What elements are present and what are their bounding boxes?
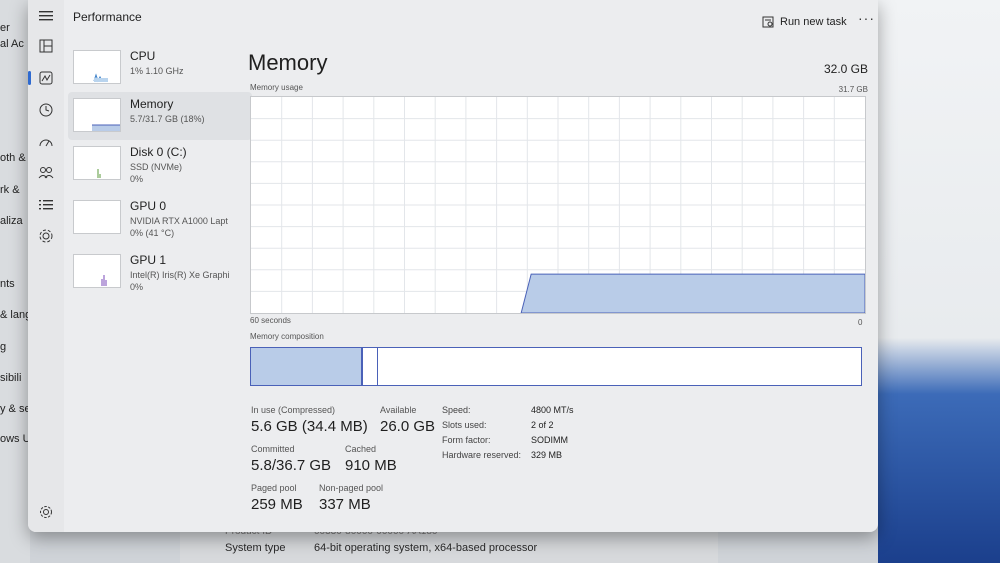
app-history-icon[interactable] — [34, 98, 58, 122]
bg-fragment: sibili — [0, 372, 22, 384]
memory-usage-area — [520, 273, 866, 314]
memory-usage-graph — [250, 96, 866, 314]
slots-used-value: 2 of 2 — [531, 420, 554, 430]
disk-thumbnail — [73, 146, 121, 180]
services-icon[interactable] — [34, 224, 58, 248]
bg-fragment: y & se — [0, 403, 31, 415]
composition-in-use — [251, 348, 363, 385]
gpu0-thumbnail — [73, 200, 121, 234]
bg-fragment: rk & — [0, 184, 20, 196]
task-manager-window: Performance Run new task ··· CPU 1% 1.10… — [28, 0, 878, 532]
device-gpu-0[interactable]: GPU 0 NVIDIA RTX A1000 Lapt 0% (41 °C) — [68, 194, 252, 242]
memory-usage-chart — [251, 97, 866, 314]
paged-pool-label: Paged pool — [251, 483, 297, 493]
non-paged-pool-value: 337 MB — [319, 496, 371, 513]
menu-icon[interactable] — [34, 4, 58, 28]
device-detail: SSD (NVMe) — [130, 162, 183, 172]
run-task-icon — [762, 16, 774, 28]
device-name: GPU 1 — [130, 253, 167, 267]
memory-composition-label: Memory composition — [250, 332, 324, 341]
device-detail: 1% 1.10 GHz — [130, 66, 184, 76]
device-disk[interactable]: Disk 0 (C:) SSD (NVMe) 0% — [68, 140, 252, 188]
bg-fragment: er — [0, 22, 10, 34]
device-detail: Intel(R) Iris(R) Xe Graphi — [130, 270, 230, 280]
committed-label: Committed — [251, 444, 295, 454]
device-name: GPU 0 — [130, 199, 167, 213]
cached-value: 910 MB — [345, 457, 397, 474]
device-name: CPU — [130, 49, 156, 63]
device-name: Memory — [130, 97, 174, 111]
more-options-button[interactable]: ··· — [858, 10, 875, 26]
cached-label: Cached — [345, 444, 377, 454]
memory-total: 32.0 GB — [823, 62, 868, 76]
device-memory[interactable]: Memory 5.7/31.7 GB (18%) — [68, 92, 252, 140]
device-gpu-1[interactable]: GPU 1 Intel(R) Iris(R) Xe Graphi 0% — [68, 248, 252, 296]
slots-used-label: Slots used: — [442, 420, 487, 430]
composition-modified — [363, 348, 378, 385]
desktop-wallpaper — [878, 0, 1000, 563]
device-name: Disk 0 (C:) — [130, 145, 187, 159]
device-usage: 0% — [130, 282, 144, 292]
committed-value: 5.8/36.7 GB — [251, 457, 332, 474]
memory-composition-bar — [250, 347, 862, 386]
system-type-label: System type — [225, 542, 286, 554]
speed-value: 4800 MT/s — [531, 405, 574, 415]
bg-fragment: oth & — [0, 152, 26, 164]
available-value: 26.0 GB — [380, 418, 436, 435]
cpu-thumbnail — [73, 50, 121, 84]
processes-icon[interactable] — [34, 34, 58, 58]
form-factor-label: Form factor: — [442, 435, 491, 445]
startup-apps-icon[interactable] — [34, 130, 58, 154]
device-detail: 5.7/31.7 GB (18%) — [130, 114, 205, 124]
selected-indicator — [28, 71, 31, 85]
background-settings-nav: er al Ac oth & rk & aliza nts & lang g s… — [0, 0, 32, 563]
speed-label: Speed: — [442, 405, 471, 415]
in-use-label: In use (Compressed) — [251, 405, 336, 415]
device-detail: NVIDIA RTX A1000 Lapt — [130, 216, 228, 226]
memory-usage-max: 31.7 GB — [838, 85, 868, 94]
device-usage: 0% (41 °C) — [130, 228, 175, 238]
device-cpu[interactable]: CPU 1% 1.10 GHz — [68, 44, 252, 92]
performance-icon[interactable] — [34, 66, 58, 90]
details-icon[interactable] — [34, 193, 58, 217]
page-title: Performance — [73, 10, 142, 24]
nav-rail — [28, 0, 64, 532]
users-icon[interactable] — [34, 161, 58, 185]
time-span-label: 60 seconds — [250, 316, 291, 325]
settings-icon[interactable] — [34, 500, 58, 524]
memory-usage-label: Memory usage — [250, 83, 303, 92]
bg-fragment: g — [0, 341, 7, 353]
memory-title: Memory — [248, 50, 328, 75]
bg-fragment: nts — [0, 278, 15, 290]
hardware-reserved-value: 329 MB — [531, 450, 563, 460]
non-paged-pool-label: Non-paged pool — [319, 483, 384, 493]
system-type-value: 64-bit operating system, x64-based proce… — [314, 542, 538, 554]
available-label: Available — [380, 405, 417, 415]
form-factor-value: SODIMM — [531, 435, 568, 445]
bg-fragment: al Ac — [0, 38, 24, 50]
time-end-label: 0 — [858, 318, 863, 327]
in-use-value: 5.6 GB (34.4 MB) — [251, 418, 368, 435]
background-system-info: Product ID 00330-80000-00000-AA180 Syste… — [180, 526, 718, 563]
hardware-reserved-label: Hardware reserved: — [442, 450, 522, 460]
bg-fragment: aliza — [0, 215, 23, 227]
bg-fragment: & lang — [0, 309, 32, 321]
memory-thumbnail — [73, 98, 121, 132]
device-usage: 0% — [130, 174, 144, 184]
paged-pool-value: 259 MB — [251, 496, 303, 513]
gpu1-thumbnail — [73, 254, 121, 288]
bg-fragment: ows U — [0, 433, 31, 445]
run-new-task-button[interactable]: Run new task — [762, 12, 847, 32]
run-new-task-label: Run new task — [780, 16, 847, 28]
